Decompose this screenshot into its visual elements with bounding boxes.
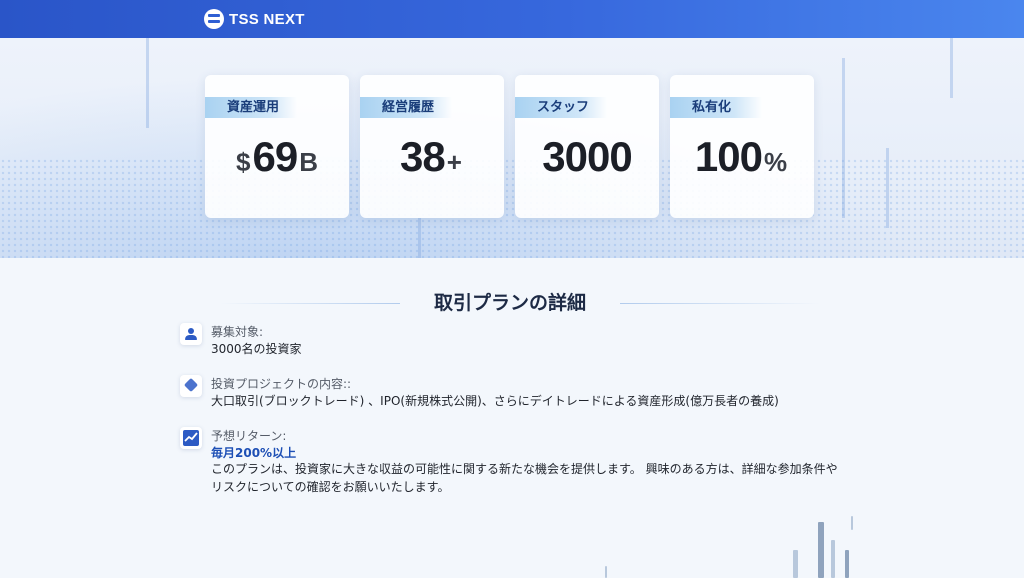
title-divider-right xyxy=(620,303,820,304)
stat-value: 100% xyxy=(670,133,814,191)
expected-return-value: 毎月200%以上 xyxy=(211,446,297,460)
brand-logo[interactable]: TSS NEXT xyxy=(204,8,305,30)
stat-number: 69 xyxy=(252,133,298,180)
hero-banner xyxy=(0,38,1024,258)
stat-value: $69B xyxy=(205,133,349,191)
decor-line xyxy=(950,38,953,98)
stat-label: 経営履歴 xyxy=(360,97,452,118)
stat-number: 38 xyxy=(400,133,446,180)
stat-value: 38+ xyxy=(360,133,504,191)
stat-suffix: + xyxy=(446,147,462,177)
stat-card-assets: 資産運用 $69B xyxy=(205,75,349,218)
item-heading: 予想リターン: xyxy=(211,429,287,443)
plan-item-target: 募集対象: 3000名の投資家 xyxy=(180,323,880,363)
top-header-bar: TSS NEXT xyxy=(0,0,1024,38)
stat-number: 3000 xyxy=(542,133,632,180)
stat-suffix: % xyxy=(763,147,788,177)
item-body-line-2: リスクについての確認をお願いいたします。 xyxy=(211,480,450,494)
stat-label: スタッフ xyxy=(515,97,607,118)
item-body: 3000名の投資家 xyxy=(211,342,302,356)
candle-decoration xyxy=(831,540,835,578)
stat-card-history: 経営履歴 38+ xyxy=(360,75,504,218)
item-body: 大口取引(ブロックトレード) 、IPO(新規株式公開)、さらにデイトレードによる… xyxy=(211,394,779,408)
dot-pattern-decoration xyxy=(0,158,1024,258)
plan-item-content: 投資プロジェクトの内容:: 大口取引(ブロックトレード) 、IPO(新規株式公開… xyxy=(180,375,880,415)
candle-decoration xyxy=(818,522,824,578)
item-heading: 募集対象: xyxy=(211,325,264,339)
item-heading: 投資プロジェクトの内容:: xyxy=(211,377,352,391)
stat-number: 100 xyxy=(694,133,763,180)
candle-decoration xyxy=(845,550,849,578)
layers-icon xyxy=(180,375,202,397)
decor-line xyxy=(886,148,889,228)
stat-prefix: $ xyxy=(236,147,251,177)
item-body-line-1: このプランは、投資家に大きな収益の可能性に関する新たな機会を提供します。 興味の… xyxy=(211,462,838,476)
decor-line xyxy=(418,218,421,258)
section-header: 取引プランの詳細 xyxy=(190,290,830,316)
stat-card-staff: スタッフ 3000 xyxy=(515,75,659,218)
brand-logo-icon xyxy=(204,9,224,29)
candle-decoration xyxy=(793,550,798,578)
stat-value: 3000 xyxy=(515,133,659,191)
brand-name: TSS NEXT xyxy=(229,10,305,28)
chart-icon xyxy=(180,427,202,449)
candle-decoration xyxy=(851,516,853,530)
stat-suffix: B xyxy=(299,147,318,177)
stat-label: 私有化 xyxy=(670,97,762,118)
stat-label: 資産運用 xyxy=(205,97,297,118)
plan-item-return: 予想リターン: 毎月200%以上 このプランは、投資家に大きな収益の可能性に関す… xyxy=(180,427,880,502)
person-icon xyxy=(180,323,202,345)
candle-decoration xyxy=(605,566,607,578)
stat-card-private: 私有化 100% xyxy=(670,75,814,218)
decor-line xyxy=(146,38,149,128)
decor-line xyxy=(842,58,845,218)
